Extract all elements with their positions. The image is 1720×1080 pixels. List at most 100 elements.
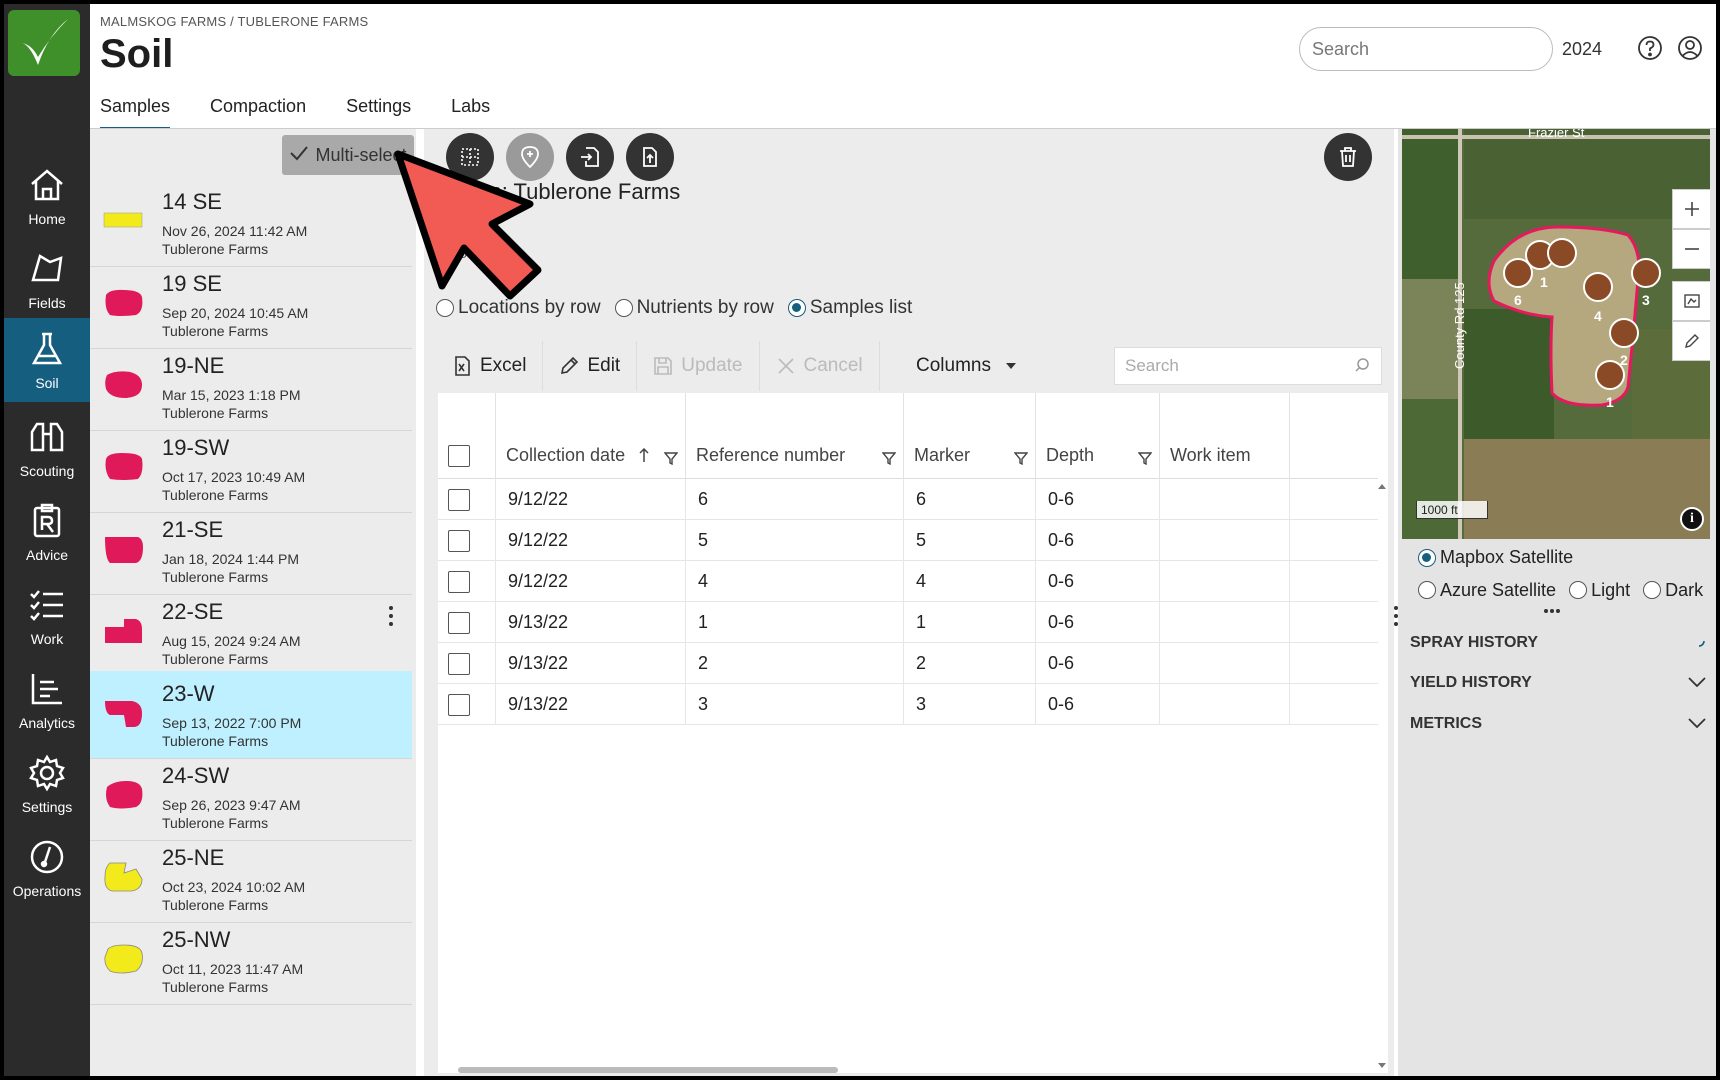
satellite-map[interactable]: 1 6 4 3 2 1 Frazier St County Rd 125 100… xyxy=(1402,129,1710,539)
list-item[interactable]: 19-NE Mar 15, 2023 1:18 PM Tublerone Far… xyxy=(90,343,412,431)
tab-labs[interactable]: Labs xyxy=(451,88,490,130)
cancel-button[interactable]: Cancel xyxy=(760,341,880,391)
column-header-depth[interactable]: Depth xyxy=(1036,393,1160,479)
nav-soil[interactable]: Soil xyxy=(4,318,90,402)
list-item[interactable]: 19-SW Oct 17, 2023 10:49 AM Tublerone Fa… xyxy=(90,425,412,513)
column-header-work-item[interactable]: Work item xyxy=(1160,393,1290,479)
fit-bounds-button[interactable] xyxy=(1672,281,1710,321)
row-checkbox[interactable] xyxy=(448,612,470,634)
row-checkbox[interactable] xyxy=(448,653,470,675)
nav-fields[interactable]: Fields xyxy=(4,234,90,326)
radio-button[interactable] xyxy=(1569,581,1588,599)
table-row[interactable]: 9/13/22 1 1 0-6 xyxy=(438,602,1378,643)
operations-icon xyxy=(27,837,67,877)
list-item[interactable]: 25-NW Oct 11, 2023 11:47 AM Tublerone Fa… xyxy=(90,917,412,1005)
breadcrumb[interactable]: MALMSKOG FARMS / TUBLERONE FARMS xyxy=(100,14,368,29)
sort-ascending-icon[interactable] xyxy=(638,447,650,468)
spray-history-section[interactable]: SPRAY HISTORY xyxy=(1410,625,1706,661)
multiselect-button[interactable]: Multi-select xyxy=(282,135,414,175)
radio-button-selected[interactable] xyxy=(787,299,806,317)
yield-history-section[interactable]: YIELD HISTORY xyxy=(1410,665,1706,701)
user-account-icon[interactable] xyxy=(1677,35,1703,66)
radio-button[interactable] xyxy=(1418,581,1436,599)
sample-date: Sep 13, 2022 7:00 PM xyxy=(162,715,302,731)
select-area-button[interactable] xyxy=(446,133,494,181)
nav-work[interactable]: Work xyxy=(4,570,90,662)
column-header-marker[interactable]: Marker xyxy=(904,393,1036,479)
excel-export-button[interactable]: Excel xyxy=(436,341,544,391)
column-title: Depth xyxy=(1046,445,1095,465)
filter-icon[interactable] xyxy=(1137,449,1153,470)
update-button[interactable]: Update xyxy=(637,341,760,391)
delete-button[interactable] xyxy=(1324,133,1372,181)
nav-home[interactable]: Home xyxy=(4,150,90,242)
year-selector[interactable]: 2024 xyxy=(1562,39,1602,60)
basemap-mapbox-satellite[interactable]: Mapbox Satellite xyxy=(1418,547,1573,568)
zoom-in-button[interactable] xyxy=(1672,189,1710,229)
nav-operations[interactable]: Operations xyxy=(4,822,90,914)
radio-button-selected[interactable] xyxy=(1418,548,1436,567)
list-item[interactable]: 14 SE Nov 26, 2024 11:42 AM Tublerone Fa… xyxy=(90,179,412,267)
add-location-button[interactable] xyxy=(506,133,554,181)
list-item[interactable]: 21-SE Jan 18, 2024 1:44 PM Tublerone Far… xyxy=(90,507,412,595)
list-item[interactable]: 19 SE Sep 20, 2024 10:45 AM Tublerone Fa… xyxy=(90,261,412,349)
list-resize-handle[interactable] xyxy=(388,606,394,626)
table-row[interactable]: 9/12/22 4 4 0-6 xyxy=(438,561,1378,602)
grid-vertical-scrollbar[interactable] xyxy=(1376,481,1388,1071)
row-checkbox[interactable] xyxy=(448,489,470,511)
table-row[interactable]: 9/12/22 5 5 0-6 xyxy=(438,520,1378,561)
nav-settings[interactable]: Settings xyxy=(4,738,90,830)
basemap-light[interactable]: Light xyxy=(1569,580,1630,601)
field-shape-icon xyxy=(105,371,142,398)
basemap-azure-satellite[interactable]: Azure Satellite xyxy=(1418,580,1556,601)
row-checkbox[interactable] xyxy=(448,571,470,593)
table-row[interactable]: 9/13/22 3 3 0-6 xyxy=(438,684,1378,725)
import-button[interactable] xyxy=(566,133,614,181)
column-header-reference-number[interactable]: Reference number xyxy=(686,393,904,479)
table-row[interactable]: 9/12/22 6 6 0-6 xyxy=(438,479,1378,520)
radio-button[interactable] xyxy=(436,299,454,317)
map-scale: 1000 ft xyxy=(1416,501,1488,519)
zoom-out-button[interactable] xyxy=(1672,229,1710,269)
list-item[interactable]: 25-NE Oct 23, 2024 10:02 AM Tublerone Fa… xyxy=(90,835,412,923)
grid-search-input[interactable] xyxy=(1114,347,1382,385)
filter-icon[interactable] xyxy=(663,449,679,470)
field-shape-icon xyxy=(105,289,143,316)
edit-button[interactable]: Edit xyxy=(543,341,638,391)
app-logo[interactable] xyxy=(8,10,80,76)
nav-scouting[interactable]: Scouting xyxy=(4,402,90,494)
map-pin-icon xyxy=(521,146,539,169)
metrics-section[interactable]: METRICS xyxy=(1410,706,1706,742)
row-checkbox[interactable] xyxy=(448,694,470,716)
view-locations-by-row[interactable]: Locations by row xyxy=(436,297,601,319)
draw-button[interactable] xyxy=(1672,321,1710,361)
tab-samples[interactable]: Samples xyxy=(100,88,171,131)
basemap-dark[interactable]: Dark xyxy=(1643,580,1703,601)
filter-icon[interactable] xyxy=(1013,449,1029,470)
tab-compaction[interactable]: Compaction xyxy=(210,88,306,130)
info-icon[interactable]: i xyxy=(1680,507,1704,531)
grid-horizontal-scrollbar[interactable] xyxy=(458,1067,838,1073)
radio-label: Locations by row xyxy=(458,297,601,318)
filter-icon[interactable] xyxy=(881,449,897,470)
panel-resize-dots[interactable] xyxy=(1544,609,1560,613)
view-nutrients-by-row[interactable]: Nutrients by row xyxy=(614,297,774,319)
radio-button[interactable] xyxy=(614,299,633,317)
view-samples-list[interactable]: Samples list xyxy=(787,297,912,319)
export-button[interactable] xyxy=(626,133,674,181)
nav-analytics[interactable]: Analytics xyxy=(4,654,90,746)
list-item-selected[interactable]: 23-W Sep 13, 2022 7:00 PM Tublerone Farm… xyxy=(90,671,412,759)
select-all-checkbox[interactable] xyxy=(448,445,470,467)
help-icon[interactable] xyxy=(1637,35,1663,66)
list-item[interactable]: 24-SW Sep 26, 2023 9:47 AM Tublerone Far… xyxy=(90,753,412,841)
tab-settings[interactable]: Settings xyxy=(346,88,411,130)
table-row[interactable]: 9/13/22 2 2 0-6 xyxy=(438,643,1378,684)
radio-button[interactable] xyxy=(1643,581,1662,599)
row-select-cell xyxy=(438,684,496,725)
list-item[interactable]: 22-SE Aug 15, 2024 9:24 AM Tublerone Far… xyxy=(90,589,412,677)
nav-advice[interactable]: Advice xyxy=(4,486,90,578)
header-search-input[interactable] xyxy=(1299,27,1553,71)
row-checkbox[interactable] xyxy=(448,530,470,552)
columns-dropdown[interactable]: Columns xyxy=(916,341,1017,391)
column-header-collection-date[interactable]: Collection date xyxy=(496,393,686,479)
